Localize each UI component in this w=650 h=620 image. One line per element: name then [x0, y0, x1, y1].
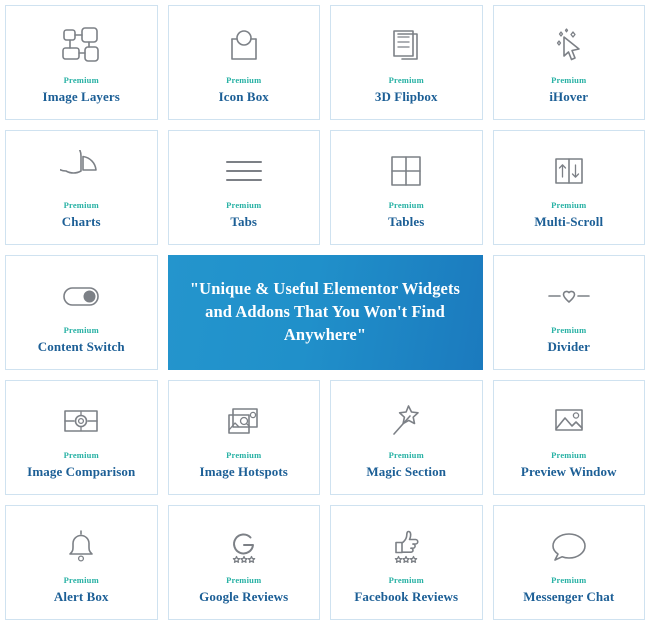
widget-title: Image Layers — [42, 88, 120, 104]
flipbox-pages-icon — [386, 22, 426, 70]
widget-card-magic-section[interactable]: Premium Magic Section — [330, 380, 483, 495]
widget-card-image-comparison[interactable]: Premium Image Comparison — [5, 380, 158, 495]
chat-bubble-icon — [547, 522, 591, 570]
picture-frame-icon — [548, 397, 590, 445]
premium-badge: Premium — [388, 450, 424, 461]
premium-badge: Premium — [388, 575, 424, 586]
image-layers-icon — [59, 22, 103, 70]
premium-badge: Premium — [63, 200, 99, 211]
widget-card-facebook-reviews[interactable]: Premium Facebook Reviews — [330, 505, 483, 620]
image-compare-icon — [59, 397, 103, 445]
widget-card-content-switch[interactable]: Premium Content Switch — [5, 255, 158, 370]
premium-badge: Premium — [63, 575, 99, 586]
image-hotspots-icon — [223, 397, 265, 445]
premium-badge: Premium — [63, 450, 99, 461]
hamburger-lines-icon — [222, 147, 266, 195]
premium-badge: Premium — [551, 575, 587, 586]
widget-grid: Premium Image Layers Premium Icon Box Pr… — [0, 0, 650, 620]
widget-title: Content Switch — [37, 338, 125, 354]
widget-title: Icon Box — [218, 88, 269, 104]
widget-card-charts[interactable]: Premium Charts — [5, 130, 158, 245]
widget-title: Image Comparison — [27, 463, 136, 479]
widget-card-ihover[interactable]: Premium iHover — [492, 5, 645, 120]
premium-badge: Premium — [551, 325, 587, 336]
premium-badge: Premium — [388, 200, 424, 211]
premium-badge: Premium — [388, 75, 424, 86]
widget-card-google-reviews[interactable]: Premium Google Reviews — [167, 505, 320, 620]
bell-icon — [61, 522, 101, 570]
widget-title: Messenger Chat — [523, 588, 615, 604]
widget-title: 3D Flipbox — [374, 88, 438, 104]
widget-card-icon-box[interactable]: Premium Icon Box — [167, 5, 320, 120]
widget-title: iHover — [549, 88, 589, 104]
widget-title: Preview Window — [520, 463, 617, 479]
widget-title: Google Reviews — [199, 588, 289, 604]
premium-badge: Premium — [226, 450, 262, 461]
magic-wand-icon — [386, 397, 426, 445]
widget-card-messenger-chat[interactable]: Premium Messenger Chat — [492, 505, 645, 620]
widget-title: Image Hotspots — [199, 463, 288, 479]
up-down-arrows-icon — [549, 147, 589, 195]
widget-title: Facebook Reviews — [354, 588, 459, 604]
widget-title: Charts — [61, 213, 101, 229]
icon-box-icon — [224, 22, 264, 70]
widget-card-alert-box[interactable]: Premium Alert Box — [5, 505, 158, 620]
widget-card-tabs[interactable]: Premium Tabs — [167, 130, 320, 245]
premium-badge: Premium — [226, 200, 262, 211]
widget-title: Tabs — [230, 213, 258, 229]
promo-quote-banner: "Unique & Useful Elementor Widgets and A… — [167, 255, 483, 370]
premium-badge: Premium — [63, 325, 99, 336]
widget-card-multi-scroll[interactable]: Premium Multi-Scroll — [492, 130, 645, 245]
thumbs-up-stars-icon — [385, 522, 427, 570]
widget-card-preview-window[interactable]: Premium Preview Window — [492, 380, 645, 495]
widget-card-3d-flipbox[interactable]: Premium 3D Flipbox — [330, 5, 483, 120]
widget-card-image-hotspots[interactable]: Premium Image Hotspots — [167, 380, 320, 495]
widget-title: Magic Section — [366, 463, 447, 479]
premium-badge: Premium — [63, 75, 99, 86]
pie-chart-icon — [60, 147, 102, 195]
widget-card-divider[interactable]: Premium Divider — [492, 255, 645, 370]
heart-divider-icon — [543, 272, 595, 320]
widget-title: Alert Box — [53, 588, 109, 604]
widget-title: Tables — [388, 213, 425, 229]
premium-badge: Premium — [551, 450, 587, 461]
premium-badge: Premium — [226, 575, 262, 586]
widget-title: Multi-Scroll — [534, 213, 604, 229]
widget-title: Divider — [547, 338, 591, 354]
table-grid-icon — [386, 147, 426, 195]
cursor-sparkle-icon — [548, 22, 590, 70]
premium-badge: Premium — [226, 75, 262, 86]
widget-card-image-layers[interactable]: Premium Image Layers — [5, 5, 158, 120]
google-g-stars-icon — [223, 522, 265, 570]
premium-badge: Premium — [551, 75, 587, 86]
toggle-switch-icon — [58, 272, 104, 320]
promo-quote-text: "Unique & Useful Elementor Widgets and A… — [189, 279, 461, 344]
widget-card-tables[interactable]: Premium Tables — [330, 130, 483, 245]
premium-badge: Premium — [551, 200, 587, 211]
